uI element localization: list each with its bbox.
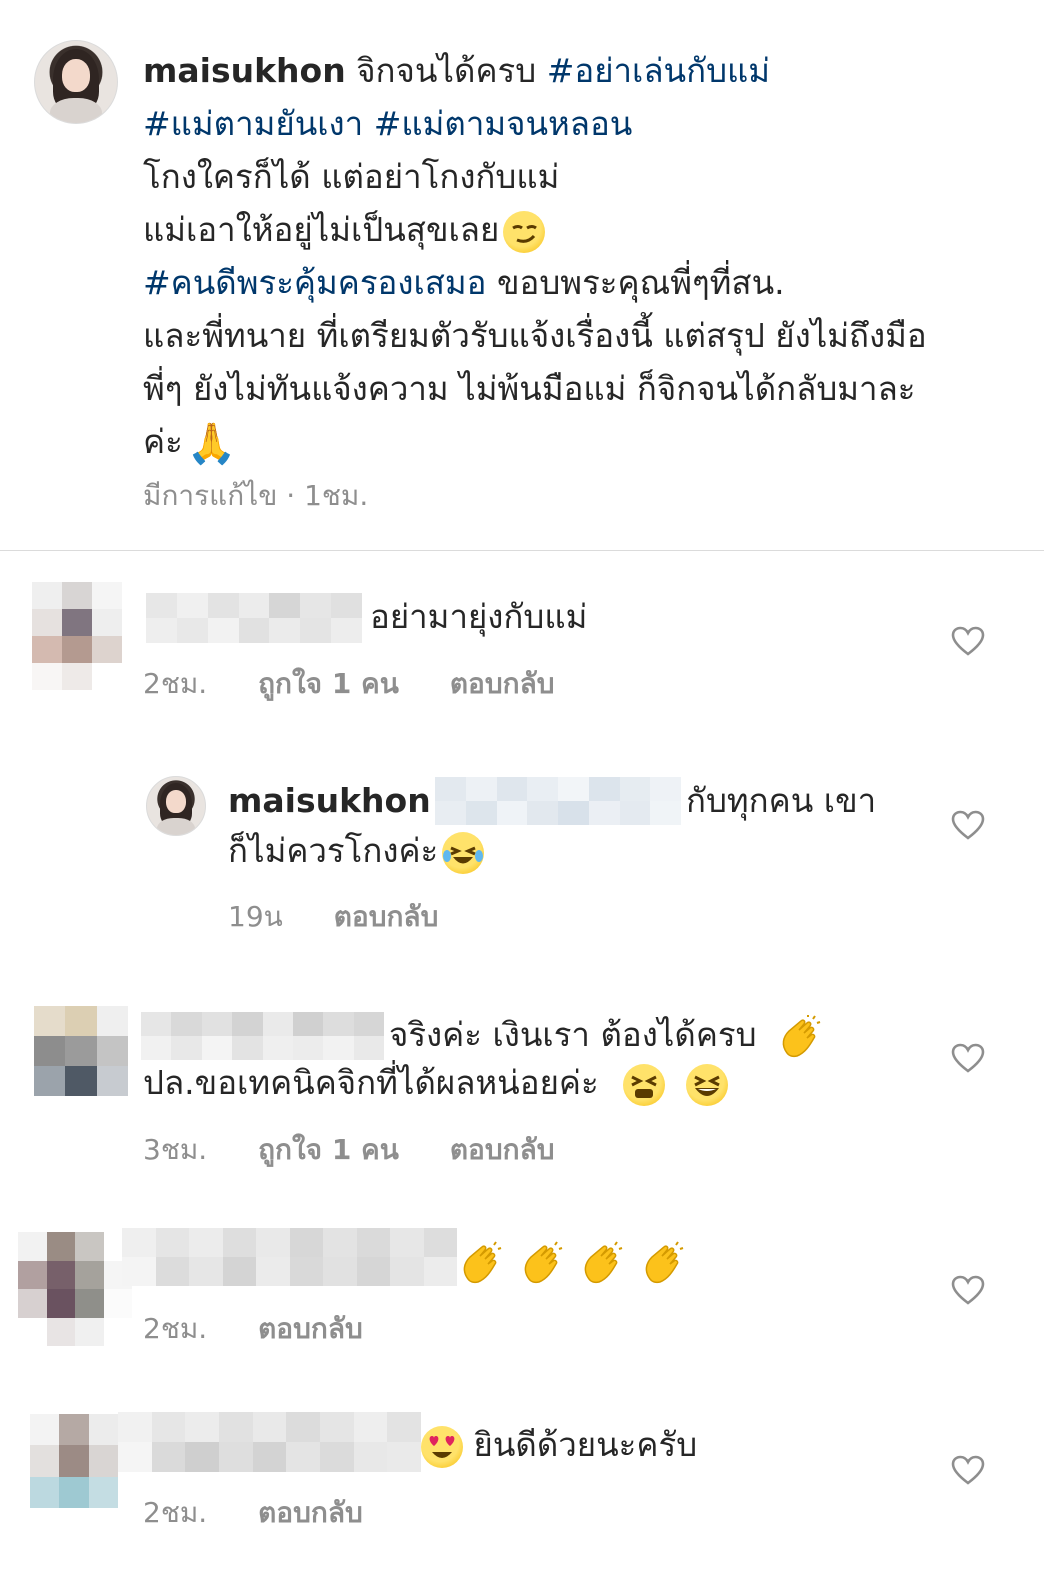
like-heart-icon[interactable] (951, 1455, 985, 1485)
caption-text-4: แม่เอาให้อยู่ไม่เป็นสุขเลย (143, 210, 500, 249)
clap-emoji-icon (519, 1240, 563, 1285)
reply-button[interactable]: ตอบกลับ (334, 900, 439, 933)
heart-eyes-emoji-icon (421, 1425, 463, 1468)
like-heart-icon[interactable] (951, 626, 985, 656)
hashtag-link[interactable]: #อย่าเล่นกับแม่ (547, 51, 770, 90)
like-heart-icon[interactable] (951, 1043, 985, 1073)
like-heart-icon[interactable] (951, 810, 985, 840)
caption-line-8: ค่ะ 🙏 (143, 415, 1003, 468)
reply-button[interactable]: ตอบกลับ (258, 1496, 363, 1529)
comment-time: 2ชม. (143, 1312, 208, 1345)
reply-text-line1: กับทุกคน เขา (686, 781, 877, 820)
clap-emoji-icon (579, 1240, 623, 1285)
comment-meta: 2ชม. ถูกใจ 1 คน ตอบกลับ (143, 662, 597, 706)
comment-time: 2ชม. (143, 667, 208, 700)
hashtag-link[interactable]: #คนดีพระคุ้มครองเสมอ (143, 263, 486, 302)
caption-line-3: โกงใครก็ได้ แต่อย่าโกงกับแม่ (143, 157, 560, 196)
caption-text-8: ค่ะ (143, 422, 183, 461)
comment-text-line1: จริงค่ะ เงินเรา ต้องได้ครบ (389, 1010, 821, 1060)
clap-emoji-icon (640, 1240, 684, 1285)
caption-line-5: #คนดีพระคุ้มครองเสมอ ขอบพระคุณพี่ๆที่สน. (143, 256, 1003, 309)
commenter-username-censored[interactable] (146, 593, 362, 643)
caption-text-5: ขอบพระคุณพี่ๆที่สน. (496, 263, 785, 302)
folded-hands-emoji-icon: 🙏 (186, 420, 237, 467)
reply-username[interactable]: maisukhon (228, 776, 431, 826)
comment-time: 2ชม. (143, 1496, 208, 1529)
likes-count-link[interactable]: ถูกใจ 1 คน (258, 667, 399, 700)
caption-line-7: พี่ๆ ยังไม่ทันแจ้งความ ไม่พ้นมือแม่ ก็จิ… (143, 369, 916, 408)
post-author-avatar[interactable] (34, 40, 118, 124)
comment-text-line1-text: จริงค่ะ เงินเรา ต้องได้ครบ (389, 1015, 757, 1054)
clap-emoji-icon (458, 1240, 502, 1285)
tired-face-emoji-icon (623, 1063, 666, 1106)
avatar[interactable] (32, 582, 122, 690)
reply-author-avatar[interactable] (146, 776, 206, 836)
laughing-tears-emoji-icon (442, 831, 485, 874)
reply-text-line2-text: ก็ไม่ควรโกงค่ะ (228, 831, 439, 870)
reply-time: 19น (228, 900, 283, 933)
grinning-squint-emoji-icon (685, 1063, 728, 1106)
smirk-emoji-icon (503, 210, 546, 253)
mention-censored[interactable] (435, 777, 681, 825)
like-heart-icon[interactable] (951, 1275, 985, 1305)
comment-meta: 2ชม. ตอบกลับ (143, 1491, 405, 1535)
reply-button[interactable]: ตอบกลับ (258, 1312, 363, 1345)
comment-meta: 3ชม. ถูกใจ 1 คน ตอบกลับ (143, 1128, 597, 1172)
caption-line-4: แม่เอาให้อยู่ไม่เป็นสุขเลย (143, 203, 1003, 256)
reply-text-line2: ก็ไม่ควรโกงค่ะ (228, 826, 485, 876)
caption-line-2: #แม่ตามยันเงา #แม่ตามจนหลอน (143, 97, 1003, 150)
likes-count-link[interactable]: ถูกใจ 1 คน (258, 1133, 399, 1166)
avatar[interactable] (18, 1232, 132, 1346)
avatar[interactable] (30, 1414, 118, 1508)
post-meta: มีการแก้ไข · 1ชม. (143, 479, 369, 512)
avatar[interactable] (34, 1006, 128, 1096)
post-username[interactable]: maisukhon (143, 51, 346, 90)
comment-text-content: ยินดีด้วยนะครับ (473, 1425, 698, 1464)
reply-meta: 19น ตอบกลับ (228, 895, 480, 939)
post-caption: maisukhon จิกจนได้ครบ #อย่าเล่นกับแม่ #แ… (143, 44, 1003, 468)
comment-text: อย่ามายุ่งกับแม่ (370, 597, 588, 636)
commenter-username-censored[interactable] (141, 1012, 384, 1060)
comment-text-line2: ปล.ขอเทคนิคจิกที่ได้ผลหน่อยค่ะ (143, 1058, 728, 1108)
comment-emojis (458, 1236, 684, 1286)
comment-meta: 2ชม. ตอบกลับ (143, 1307, 405, 1351)
caption-line-1: maisukhon จิกจนได้ครบ #อย่าเล่นกับแม่ (143, 44, 1003, 97)
comment-time: 3ชม. (143, 1133, 208, 1166)
hashtag-link[interactable]: #แม่ตามจนหลอน (374, 104, 633, 143)
commenter-username-censored[interactable] (118, 1412, 421, 1472)
comment-text: ยินดีด้วยนะครับ (421, 1420, 697, 1470)
reply-button[interactable]: ตอบกลับ (450, 667, 555, 700)
divider (0, 550, 1044, 551)
reply-button[interactable]: ตอบกลับ (450, 1133, 555, 1166)
caption-line-6: และพี่ทนาย ที่เตรียมตัวรับแจ้งเรื่องนี้ … (143, 316, 927, 355)
hashtag-link[interactable]: #แม่ตามยันเงา (143, 104, 363, 143)
caption-text-1: จิกจนได้ครบ (356, 51, 537, 90)
commenter-username-censored[interactable] (122, 1228, 457, 1286)
clap-emoji-icon (777, 1013, 821, 1059)
comment-text-line2-text: ปล.ขอเทคนิคจิกที่ได้ผลหน่อยค่ะ (143, 1063, 599, 1102)
